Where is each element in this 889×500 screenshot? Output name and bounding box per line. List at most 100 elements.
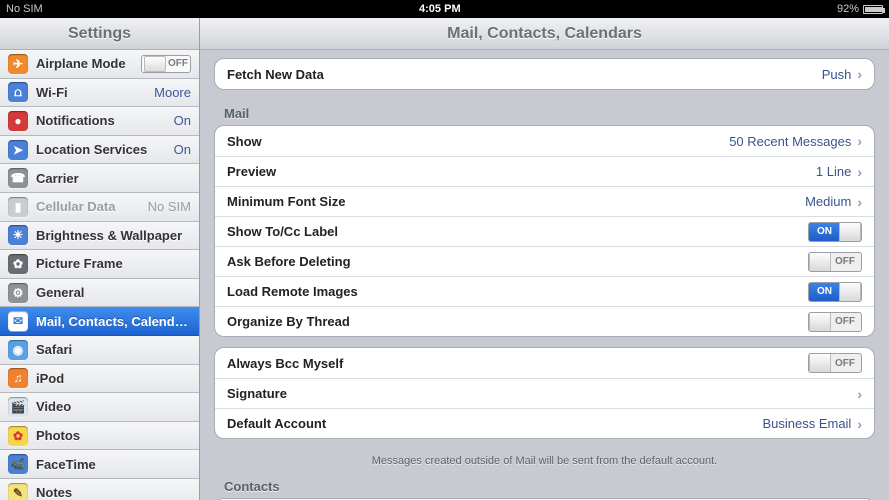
sidebar-item-general[interactable]: ⚙ General bbox=[0, 279, 199, 308]
status-bar: No SIM 4:05 PM 92% bbox=[0, 0, 889, 18]
chevron-right-icon: › bbox=[857, 164, 862, 180]
sidebar-item-notes[interactable]: ✎ Notes bbox=[0, 479, 199, 500]
airplane-mode-icon: ✈ bbox=[8, 54, 28, 74]
sidebar-item-value: On bbox=[174, 113, 191, 128]
brightness-wallpaper-icon: ☀ bbox=[8, 225, 28, 245]
sidebar-item-label: Brightness & Wallpaper bbox=[36, 228, 191, 243]
chevron-right-icon: › bbox=[857, 66, 862, 82]
settings-group: Show50 Recent Messages›Preview1 Line›Min… bbox=[214, 125, 875, 337]
row-label: Show bbox=[227, 134, 729, 149]
row-default-account[interactable]: Default AccountBusiness Email› bbox=[215, 408, 874, 438]
sidebar-item-brightness-wallpaper[interactable]: ☀ Brightness & Wallpaper bbox=[0, 222, 199, 251]
video-icon: 🎬 bbox=[8, 397, 28, 417]
row-value: 1 Line bbox=[816, 164, 851, 179]
row-label: Preview bbox=[227, 164, 816, 179]
sidebar-item-facetime[interactable]: 📹FaceTime bbox=[0, 450, 199, 479]
sidebar-item-label: Photos bbox=[36, 428, 191, 443]
row-ask-before-deleting[interactable]: Ask Before DeletingOFF bbox=[215, 246, 874, 276]
chevron-right-icon: › bbox=[857, 133, 862, 149]
facetime-icon: 📹 bbox=[8, 454, 28, 474]
ask-before-deleting-toggle[interactable]: OFF bbox=[808, 252, 862, 272]
sidebar-item-carrier[interactable]: ☎ Carrier bbox=[0, 164, 199, 193]
sidebar-item-label: Cellular Data bbox=[36, 199, 144, 214]
notes-icon: ✎ bbox=[8, 483, 28, 500]
sidebar-item-label: Picture Frame bbox=[36, 256, 191, 271]
row-show-to-cc-label[interactable]: Show To/Cc LabelON bbox=[215, 216, 874, 246]
sidebar-item-label: Notifications bbox=[36, 113, 170, 128]
row-organize-by-thread[interactable]: Organize By ThreadOFF bbox=[215, 306, 874, 336]
always-bcc-myself-toggle[interactable]: OFF bbox=[808, 353, 862, 373]
general-icon: ⚙ bbox=[8, 283, 28, 303]
sidebar-item-label: Notes bbox=[36, 485, 191, 500]
sidebar-item-label: Mail, Contacts, Calendars bbox=[36, 314, 191, 329]
photos-icon: ✿ bbox=[8, 426, 28, 446]
detail-scroll[interactable]: Fetch New DataPush›MailShow50 Recent Mes… bbox=[200, 50, 889, 500]
row-value: Push bbox=[822, 67, 852, 82]
show-to-cc-label-toggle[interactable]: ON bbox=[808, 222, 862, 242]
chevron-right-icon: › bbox=[857, 386, 862, 402]
sidebar-item-label: General bbox=[36, 285, 191, 300]
sidebar-item-label: Video bbox=[36, 399, 191, 414]
sidebar-item-label: iPod bbox=[36, 371, 191, 386]
sidebar-item-picture-frame[interactable]: ✿ Picture Frame bbox=[0, 250, 199, 279]
sidebar-item-photos[interactable]: ✿ Photos bbox=[0, 422, 199, 451]
battery-icon bbox=[863, 5, 883, 14]
row-always-bcc-myself[interactable]: Always Bcc MyselfOFF bbox=[215, 348, 874, 378]
row-minimum-font-size[interactable]: Minimum Font SizeMedium › bbox=[215, 186, 874, 216]
sidebar-item-label: Carrier bbox=[36, 171, 191, 186]
sidebar: Settings ✈Airplane ModeOFF⩍Wi-FiMoore●No… bbox=[0, 18, 200, 500]
sidebar-item-location-services[interactable]: ➤ Location Services On bbox=[0, 136, 199, 165]
status-battery: 92% bbox=[837, 3, 883, 15]
airplane-mode-toggle[interactable]: OFF bbox=[141, 55, 191, 73]
sidebar-list[interactable]: ✈Airplane ModeOFF⩍Wi-FiMoore●Notificatio… bbox=[0, 50, 199, 500]
carrier-icon: ☎ bbox=[8, 168, 28, 188]
load-remote-images-toggle[interactable]: ON bbox=[808, 282, 862, 302]
sidebar-item-label: Wi-Fi bbox=[36, 85, 150, 100]
sidebar-item-value: On bbox=[174, 142, 191, 157]
row-value: 50 Recent Messages bbox=[729, 134, 851, 149]
detail-pane: Mail, Contacts, Calendars Fetch New Data… bbox=[200, 18, 889, 500]
settings-group: Fetch New DataPush› bbox=[214, 58, 875, 90]
sidebar-item-airplane-mode[interactable]: ✈ Airplane ModeOFF bbox=[0, 50, 199, 79]
sidebar-item-value: No SIM bbox=[148, 199, 191, 214]
row-value: Medium bbox=[805, 194, 851, 209]
sidebar-item-video[interactable]: 🎬 Video bbox=[0, 393, 199, 422]
split-view: Settings ✈Airplane ModeOFF⩍Wi-FiMoore●No… bbox=[0, 18, 889, 500]
wi-fi-icon: ⩍ bbox=[8, 82, 28, 102]
status-time: 4:05 PM bbox=[43, 3, 837, 15]
row-label: Ask Before Deleting bbox=[227, 254, 808, 269]
picture-frame-icon: ✿ bbox=[8, 254, 28, 274]
row-label: Always Bcc Myself bbox=[227, 356, 808, 371]
sidebar-item-label: Safari bbox=[36, 342, 191, 357]
sidebar-item-label: Airplane Mode bbox=[36, 56, 141, 71]
chevron-right-icon: › bbox=[857, 416, 862, 432]
row-label: Signature bbox=[227, 386, 857, 401]
row-preview[interactable]: Preview1 Line › bbox=[215, 156, 874, 186]
sidebar-item-mail-contacts-calendars[interactable]: ✉ Mail, Contacts, Calendars bbox=[0, 307, 199, 336]
row-label: Load Remote Images bbox=[227, 284, 808, 299]
screen: No SIM 4:05 PM 92% Settings ✈ Airplane Mo… bbox=[0, 0, 889, 500]
sidebar-title: Settings bbox=[0, 18, 199, 50]
row-value: Business Email bbox=[762, 416, 851, 431]
row-show[interactable]: Show50 Recent Messages › bbox=[215, 126, 874, 156]
sidebar-item-notifications[interactable]: ● Notifications On bbox=[0, 107, 199, 136]
sidebar-item-ipod[interactable]: ♫iPod bbox=[0, 365, 199, 394]
row-signature[interactable]: Signature› bbox=[215, 378, 874, 408]
sidebar-item-cellular-data[interactable]: ▮ Cellular Data No SIM bbox=[0, 193, 199, 222]
row-load-remote-images[interactable]: Load Remote ImagesON bbox=[215, 276, 874, 306]
section-footer: Messages created outside of Mail will be… bbox=[214, 449, 875, 473]
mail-contacts-calendars-icon: ✉ bbox=[8, 311, 28, 331]
row-label: Minimum Font Size bbox=[227, 194, 805, 209]
organize-by-thread-toggle[interactable]: OFF bbox=[808, 312, 862, 332]
section-header-mail: Mail bbox=[214, 100, 875, 125]
sidebar-item-label: Location Services bbox=[36, 142, 170, 157]
sidebar-item-wi-fi[interactable]: ⩍Wi-FiMoore bbox=[0, 79, 199, 108]
notifications-icon: ● bbox=[8, 111, 28, 131]
location-services-icon: ➤ bbox=[8, 140, 28, 160]
row-fetch-new-data[interactable]: Fetch New DataPush› bbox=[215, 59, 874, 89]
battery-percent: 92% bbox=[837, 3, 859, 15]
cellular-data-icon: ▮ bbox=[8, 197, 28, 217]
row-label: Organize By Thread bbox=[227, 314, 808, 329]
sidebar-item-safari[interactable]: ◉Safari bbox=[0, 336, 199, 365]
chevron-right-icon: › bbox=[857, 194, 862, 210]
